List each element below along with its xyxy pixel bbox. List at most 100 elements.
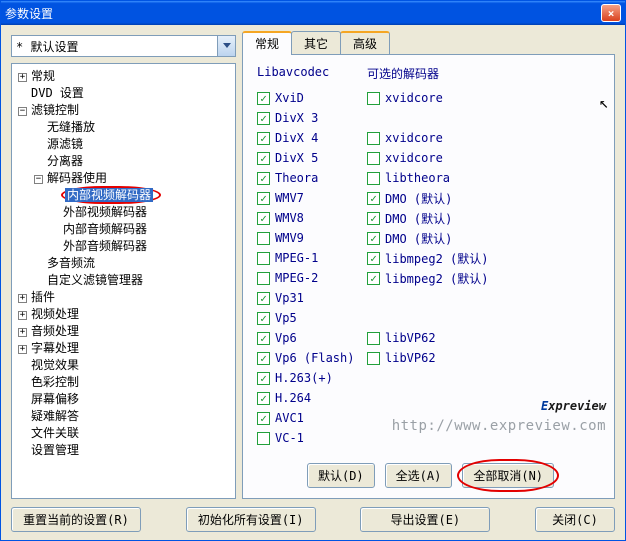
alt-codec-checkbox[interactable] bbox=[367, 252, 380, 265]
chevron-down-icon[interactable] bbox=[217, 36, 235, 56]
codec-row: AVC1 bbox=[257, 408, 604, 428]
codec-checkbox[interactable] bbox=[257, 132, 270, 145]
tree-item[interactable]: 色彩控制 bbox=[18, 374, 233, 391]
codec-checkbox[interactable] bbox=[257, 92, 270, 105]
tree-item[interactable]: 外部音频解码器 bbox=[50, 238, 233, 255]
tree-item[interactable]: 分离器 bbox=[34, 153, 233, 170]
tree-item[interactable]: +字幕处理 bbox=[18, 340, 233, 357]
default-button[interactable]: 默认(D) bbox=[307, 463, 375, 488]
tree-item[interactable]: 视觉效果 bbox=[18, 357, 233, 374]
alt-codec-checkbox[interactable] bbox=[367, 192, 380, 205]
tree-item[interactable]: + 常规 bbox=[18, 68, 233, 85]
nav-tree[interactable]: +常规DVD 设置−滤镜控制无缝播放源滤镜分离器−解码器使用内部视频解码器外部视… bbox=[11, 63, 236, 499]
alt-codec-checkbox[interactable] bbox=[367, 132, 380, 145]
expand-icon[interactable]: + bbox=[18, 73, 27, 82]
tree-item[interactable]: 源滤镜 bbox=[34, 136, 233, 153]
alt-codec-checkbox[interactable] bbox=[367, 352, 380, 365]
cursor-icon: ↖ bbox=[599, 93, 609, 112]
tree-item[interactable]: −滤镜控制无缝播放源滤镜分离器−解码器使用内部视频解码器外部视频解码器内部音频解… bbox=[18, 102, 233, 289]
tree-item[interactable]: 屏幕偏移 bbox=[18, 391, 233, 408]
alt-codec-label: DMO (默认) bbox=[385, 190, 452, 207]
codec-checkbox[interactable] bbox=[257, 272, 270, 285]
expand-icon[interactable]: + bbox=[18, 311, 27, 320]
codec-checkbox[interactable] bbox=[257, 332, 270, 345]
cancel-all-button[interactable]: 全部取消(N) bbox=[462, 463, 554, 488]
tree-item-label: 源滤镜 bbox=[47, 137, 83, 151]
tree-item[interactable]: 内部音频解码器 bbox=[50, 221, 233, 238]
expand-icon[interactable]: + bbox=[18, 345, 27, 354]
codec-checkbox[interactable] bbox=[257, 372, 270, 385]
tree-item[interactable]: 设置管理 bbox=[18, 442, 233, 459]
codec-checkbox[interactable] bbox=[257, 212, 270, 225]
expand-icon[interactable]: + bbox=[18, 294, 27, 303]
codec-row: DivX 3 bbox=[257, 108, 604, 128]
codec-row: Vp5 bbox=[257, 308, 604, 328]
alt-codec-label: libVP62 bbox=[385, 351, 436, 365]
codec-label: AVC1 bbox=[275, 411, 304, 425]
tree-item[interactable]: 多音频流 bbox=[34, 255, 233, 272]
tree-item[interactable]: 疑难解答 bbox=[18, 408, 233, 425]
collapse-icon[interactable]: − bbox=[18, 107, 27, 116]
alt-codec-checkbox[interactable] bbox=[367, 152, 380, 165]
alt-codec-label: DMO (默认) bbox=[385, 230, 452, 247]
codec-checkbox[interactable] bbox=[257, 312, 270, 325]
tree-item[interactable]: +插件 bbox=[18, 289, 233, 306]
tree-item-label: 常规 bbox=[31, 69, 55, 83]
alt-codec-checkbox[interactable] bbox=[367, 332, 380, 345]
codec-checkbox[interactable] bbox=[257, 232, 270, 245]
codec-checkbox[interactable] bbox=[257, 152, 270, 165]
codec-checkbox[interactable] bbox=[257, 252, 270, 265]
titlebar[interactable]: 参数设置 × bbox=[1, 1, 625, 25]
alt-codec-checkbox[interactable] bbox=[367, 232, 380, 245]
tab-高级[interactable]: 高级 bbox=[340, 31, 390, 55]
close-button[interactable]: 关闭(C) bbox=[535, 507, 615, 532]
codec-checkbox[interactable] bbox=[257, 292, 270, 305]
tree-item[interactable]: 内部视频解码器 bbox=[50, 187, 233, 204]
codec-checkbox[interactable] bbox=[257, 412, 270, 425]
select-all-button[interactable]: 全选(A) bbox=[385, 463, 453, 488]
codec-label: Theora bbox=[275, 171, 318, 185]
codec-label: H.263(+) bbox=[275, 371, 333, 385]
tree-item[interactable]: DVD 设置 bbox=[18, 85, 233, 102]
codec-row: XviDxvidcore bbox=[257, 88, 604, 108]
alt-codec-checkbox[interactable] bbox=[367, 92, 380, 105]
preset-dropdown[interactable]: * 默认设置 bbox=[11, 35, 236, 57]
tree-item-label: 疑难解答 bbox=[31, 409, 79, 423]
codec-checkbox[interactable] bbox=[257, 352, 270, 365]
tree-item[interactable]: −解码器使用内部视频解码器外部视频解码器内部音频解码器外部音频解码器 bbox=[34, 170, 233, 255]
codec-label: Vp6 bbox=[275, 331, 297, 345]
codec-checkbox[interactable] bbox=[257, 392, 270, 405]
export-button[interactable]: 导出设置(E) bbox=[360, 507, 490, 532]
tree-item-label: 内部音频解码器 bbox=[63, 222, 147, 236]
tree-item[interactable]: 无缝播放 bbox=[34, 119, 233, 136]
alt-codec-label: libmpeg2 (默认) bbox=[385, 270, 488, 287]
window-title: 参数设置 bbox=[5, 5, 53, 22]
codec-row: DivX 5xvidcore bbox=[257, 148, 604, 168]
codec-label: WMV7 bbox=[275, 191, 304, 205]
tab-其它[interactable]: 其它 bbox=[291, 31, 341, 55]
codec-checkbox[interactable] bbox=[257, 172, 270, 185]
alt-codec-checkbox[interactable] bbox=[367, 212, 380, 225]
tree-item[interactable]: +音频处理 bbox=[18, 323, 233, 340]
tab-常规[interactable]: 常规 bbox=[242, 31, 292, 55]
reset-current-button[interactable]: 重置当前的设置(R) bbox=[11, 507, 141, 532]
tree-item-label: 视频处理 bbox=[31, 307, 79, 321]
codec-checkbox[interactable] bbox=[257, 192, 270, 205]
settings-window: 参数设置 × * 默认设置 +常规DVD 设置−滤镜控制无缝播放源滤镜分离器−解… bbox=[0, 0, 626, 541]
codec-checkbox[interactable] bbox=[257, 112, 270, 125]
alt-codec-checkbox[interactable] bbox=[367, 272, 380, 285]
init-all-button[interactable]: 初始化所有设置(I) bbox=[186, 507, 316, 532]
codec-checkbox[interactable] bbox=[257, 432, 270, 445]
tree-item-label: 自定义滤镜管理器 bbox=[47, 273, 143, 287]
alt-codec-checkbox[interactable] bbox=[367, 172, 380, 185]
expand-icon[interactable]: + bbox=[18, 328, 27, 337]
tree-item[interactable]: + 视频处理 bbox=[18, 306, 233, 323]
tree-item[interactable]: 外部视频解码器 bbox=[50, 204, 233, 221]
tree-item-label: 设置管理 bbox=[31, 443, 79, 457]
codec-list: XviDxvidcoreDivX 3DivX 4xvidcoreDivX 5xv… bbox=[257, 88, 604, 455]
close-icon[interactable]: × bbox=[601, 4, 621, 22]
tree-item[interactable]: 文件关联 bbox=[18, 425, 233, 442]
collapse-icon[interactable]: − bbox=[34, 175, 43, 184]
tree-item[interactable]: 自定义滤镜管理器 bbox=[34, 272, 233, 289]
codec-label: Vp31 bbox=[275, 291, 304, 305]
